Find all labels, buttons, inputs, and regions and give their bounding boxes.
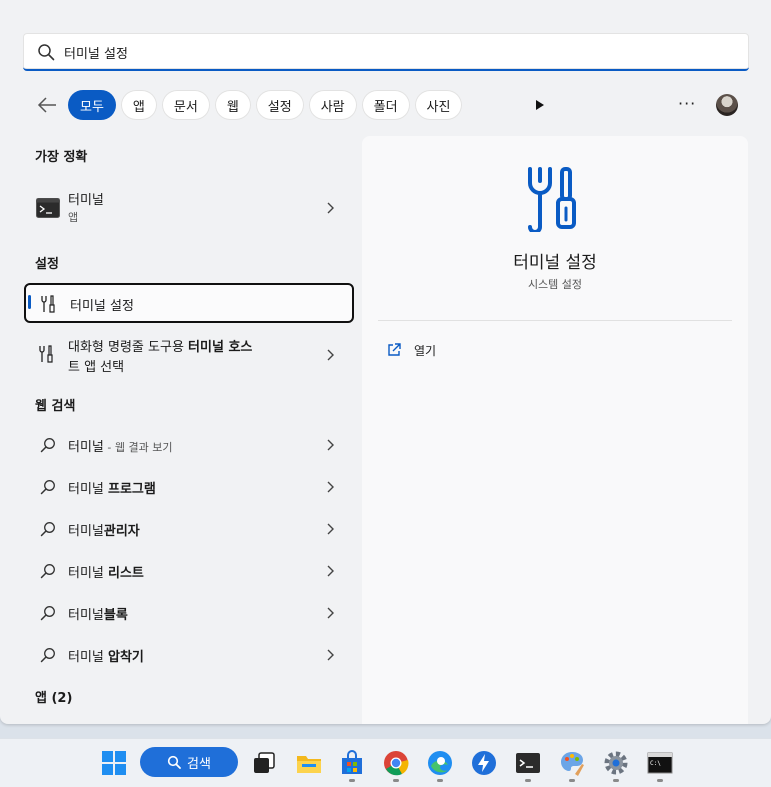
- web-result-2[interactable]: 터미널관리자: [24, 512, 354, 546]
- chevron-right-icon: [327, 523, 334, 535]
- running-indicator: [349, 779, 355, 782]
- web-search-heading: 웹 검색: [35, 399, 76, 414]
- running-indicator: [569, 779, 575, 782]
- chevron-right-icon: [327, 202, 334, 214]
- running-indicator: [437, 779, 443, 782]
- store-icon[interactable]: [339, 750, 365, 776]
- more-options-icon[interactable]: ···: [678, 95, 698, 115]
- terminal-taskbar-icon[interactable]: [515, 750, 541, 776]
- open-action-label: 열기: [414, 343, 437, 358]
- play-icon[interactable]: [532, 97, 546, 113]
- best-match-type: 앱: [68, 211, 79, 224]
- web-result-5[interactable]: 터미널 압착기: [24, 638, 354, 672]
- detail-divider: [378, 320, 732, 321]
- web-result-text: 터미널블록: [68, 608, 128, 623]
- search-icon: [40, 480, 55, 495]
- best-match-title: 터미널: [68, 193, 104, 208]
- paint-icon[interactable]: [559, 750, 585, 776]
- taskbar-search-button[interactable]: 검색: [140, 747, 238, 777]
- selection-indicator: [28, 295, 31, 309]
- svg-text:C:\: C:\: [650, 760, 661, 767]
- taskbar-search-label: 검색: [187, 756, 211, 772]
- filter-apps[interactable]: 앱: [120, 90, 157, 120]
- setting-title: 터미널 설정: [70, 299, 134, 314]
- running-indicator: [613, 779, 619, 782]
- search-icon: [40, 606, 55, 621]
- command-prompt-icon[interactable]: C:\: [647, 750, 673, 776]
- detail-title: 터미널 설정: [513, 253, 597, 273]
- chevron-right-icon: [327, 439, 334, 451]
- windows-start-icon[interactable]: [101, 750, 127, 776]
- wrench-screwdriver-icon: [39, 345, 53, 363]
- search-icon: [40, 564, 55, 579]
- setting-terminal-settings[interactable]: 터미널 설정: [24, 283, 354, 323]
- chrome-icon[interactable]: [383, 750, 409, 776]
- filter-settings[interactable]: 설정: [255, 90, 304, 120]
- filter-chips: 모두 앱 문서 웹 설정 사람 폴더 사진: [68, 90, 463, 120]
- open-external-icon: [388, 343, 401, 356]
- running-indicator: [525, 779, 531, 782]
- back-arrow-icon[interactable]: [36, 95, 58, 115]
- web-result-text: 터미널 리스트: [68, 566, 144, 581]
- setting-host-line2: 트 앱 선택: [68, 360, 125, 375]
- web-result-1[interactable]: 터미널 프로그램: [24, 470, 354, 504]
- chevron-right-icon: [327, 481, 334, 493]
- chevron-right-icon: [327, 349, 334, 361]
- avatar[interactable]: [716, 94, 738, 116]
- search-panel: 모두 앱 문서 웹 설정 사람 폴더 사진 ··· 가장 정확 터미널 앱 설정…: [0, 0, 771, 724]
- wrench-screwdriver-icon: [41, 295, 55, 313]
- web-result-text: 터미널 프로그램: [68, 482, 156, 497]
- search-icon: [167, 755, 181, 769]
- taskbar: 검색 C:\: [0, 738, 771, 787]
- detail-pane: 터미널 설정 시스템 설정 열기: [362, 136, 748, 724]
- web-result-0[interactable]: 터미널 - 웹 결과 보기: [24, 428, 354, 462]
- running-indicator: [393, 779, 399, 782]
- search-icon: [38, 44, 55, 61]
- search-icon: [40, 522, 55, 537]
- detail-subtitle: 시스템 설정: [527, 278, 583, 291]
- filter-folders[interactable]: 폴더: [361, 90, 410, 120]
- search-icon: [40, 648, 55, 663]
- setting-host-line1: 대화형 명령줄 도구용 터미널 호스: [68, 340, 253, 355]
- running-indicator: [657, 779, 663, 782]
- search-input[interactable]: [62, 39, 726, 65]
- chevron-right-icon: [327, 565, 334, 577]
- filter-web[interactable]: 웹: [214, 90, 251, 120]
- filter-all[interactable]: 모두: [68, 90, 116, 120]
- edge-icon[interactable]: [427, 750, 453, 776]
- web-result-text: 터미널 - 웹 결과 보기: [68, 440, 173, 455]
- setting-terminal-host[interactable]: 대화형 명령줄 도구용 터미널 호스 트 앱 선택: [24, 333, 354, 377]
- search-icon: [40, 438, 55, 453]
- web-result-text: 터미널 압착기: [68, 650, 144, 665]
- wrench-screwdriver-icon: [528, 167, 576, 232]
- chevron-right-icon: [327, 649, 334, 661]
- file-explorer-icon[interactable]: [296, 750, 322, 776]
- best-match-heading: 가장 정확: [35, 150, 88, 165]
- apps-heading: 앱 (2): [35, 691, 73, 706]
- open-action[interactable]: 열기: [386, 340, 436, 360]
- terminal-app-icon: [36, 198, 60, 218]
- filter-photos[interactable]: 사진: [414, 90, 463, 120]
- filter-people[interactable]: 사람: [308, 90, 357, 120]
- bolt-app-icon[interactable]: [471, 750, 497, 776]
- settings-gear-icon[interactable]: [603, 750, 629, 776]
- web-result-3[interactable]: 터미널 리스트: [24, 554, 354, 588]
- web-result-4[interactable]: 터미널블록: [24, 596, 354, 630]
- settings-heading: 설정: [35, 257, 59, 272]
- task-view-icon[interactable]: [251, 750, 277, 776]
- search-box[interactable]: [23, 33, 749, 71]
- web-result-text: 터미널관리자: [68, 524, 140, 539]
- best-match-terminal[interactable]: 터미널 앱: [24, 186, 354, 232]
- filter-documents[interactable]: 문서: [161, 90, 210, 120]
- chevron-right-icon: [327, 607, 334, 619]
